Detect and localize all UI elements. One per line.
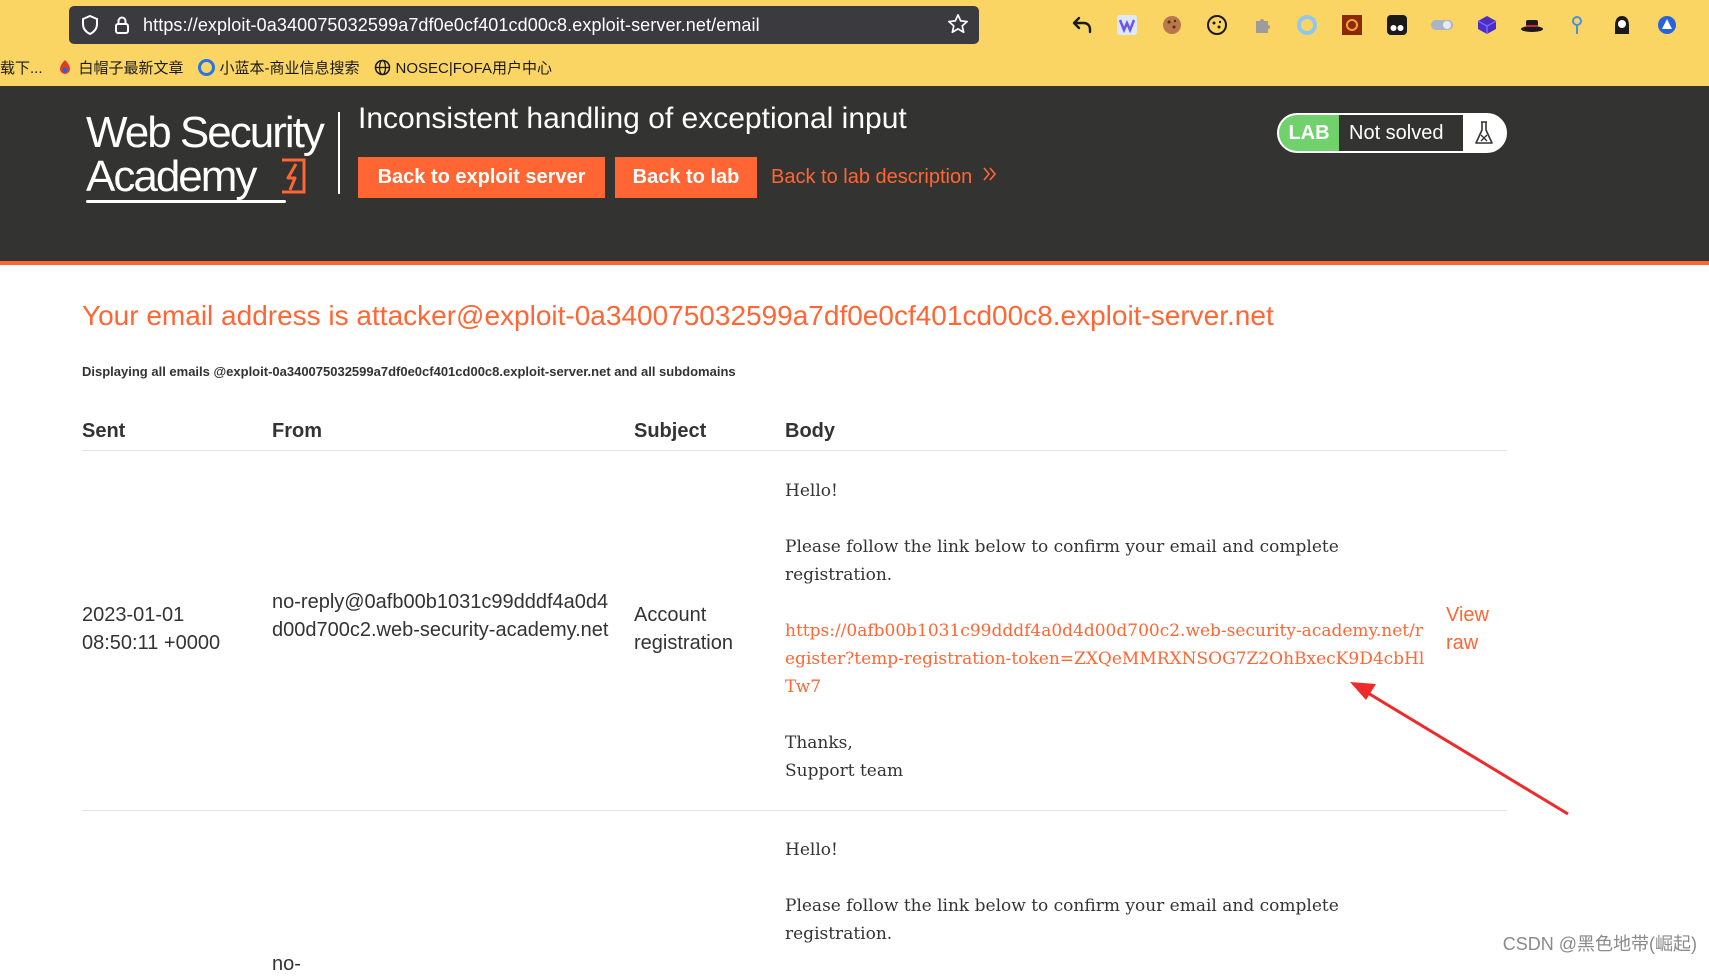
cookie-icon[interactable] bbox=[1158, 11, 1186, 39]
column-header-from: From bbox=[272, 420, 322, 442]
email-body-cell: Hello! Please follow the link below to c… bbox=[785, 477, 1425, 785]
web-security-academy-logo[interactable]: Web Security Academy bbox=[86, 110, 336, 206]
shield-icon[interactable] bbox=[79, 14, 101, 36]
bookmark-label: NOSEC|FOFA用户中心 bbox=[395, 59, 552, 77]
logo-line-1: Web Security bbox=[86, 108, 325, 157]
hat-icon[interactable] bbox=[1518, 11, 1546, 39]
tampermonkey-icon[interactable] bbox=[1383, 11, 1411, 39]
email-from-cell: no- bbox=[272, 953, 301, 975]
email-sent-cell: 2023-01-01 08:50:11 +0000 bbox=[82, 604, 221, 654]
hacker-icon[interactable] bbox=[1608, 11, 1636, 39]
bookmark-favicon-icon bbox=[57, 59, 74, 76]
email-body-text: Please follow the link below to confirm … bbox=[785, 537, 1345, 585]
header-divider bbox=[338, 112, 340, 194]
email-body-text: Please follow the link below to confirm … bbox=[785, 896, 1345, 944]
email-from-cell: no-reply@0afb00b1031c99dddf4a0d4d00d700c… bbox=[272, 591, 609, 641]
lab-status-widget: LAB Not solved bbox=[1277, 113, 1507, 153]
bookmark-item[interactable]: 载下... bbox=[0, 57, 43, 78]
view-raw-link[interactable]: View raw bbox=[1446, 601, 1506, 657]
back-to-lab-description-label: Back to lab description bbox=[771, 165, 973, 188]
ring-icon[interactable] bbox=[1293, 11, 1321, 39]
lab-status-text: Not solved bbox=[1339, 115, 1463, 151]
email-body-cell: Hello! Please follow the link below to c… bbox=[785, 836, 1425, 948]
extension-toolbar bbox=[1068, 10, 1681, 40]
column-header-body: Body bbox=[785, 420, 835, 442]
email-body-signoff: Thanks, Support team bbox=[785, 733, 904, 781]
toggle-icon[interactable] bbox=[1428, 11, 1456, 39]
back-to-lab-description-link[interactable]: Back to lab description bbox=[771, 165, 998, 189]
lab-title: Inconsistent handling of exceptional inp… bbox=[358, 102, 907, 135]
csdn-watermark: CSDN @黑色地带(崛起) bbox=[1502, 934, 1697, 954]
wappalyzer-icon[interactable] bbox=[1113, 11, 1141, 39]
bookmark-item[interactable]: 白帽子最新文章 bbox=[57, 57, 184, 78]
bookmark-label: 白帽子最新文章 bbox=[78, 59, 184, 77]
back-arrow-icon[interactable] bbox=[1068, 11, 1096, 39]
address-bar[interactable]: https://exploit-0a340075032599a7df0e0cf4… bbox=[69, 6, 979, 44]
bookmarks-bar: 载下... 白帽子最新文章 小蓝本-商业信息搜索 NOSEC|FOFA用户中心 bbox=[0, 54, 566, 80]
table-row-divider bbox=[82, 810, 1507, 811]
bookmark-label: 载下... bbox=[0, 59, 43, 77]
double-chevron-right-icon bbox=[982, 165, 998, 189]
column-header-subject: Subject bbox=[634, 420, 707, 442]
flask-icon bbox=[1463, 115, 1505, 151]
email-body-greeting: Hello! bbox=[785, 481, 838, 501]
puzzle-icon[interactable] bbox=[1248, 11, 1276, 39]
lab-badge: LAB bbox=[1279, 115, 1339, 151]
back-to-exploit-server-button[interactable]: Back to exploit server bbox=[358, 157, 605, 198]
logo-underline bbox=[86, 200, 286, 203]
email-address-heading: Your email address is attacker@exploit-0… bbox=[82, 300, 1274, 331]
lightning-icon bbox=[278, 156, 310, 203]
pin-icon[interactable] bbox=[1563, 11, 1591, 39]
displaying-emails-note: Displaying all emails @exploit-0a3400750… bbox=[82, 364, 736, 379]
table-header-divider bbox=[82, 450, 1507, 451]
hackbar-icon[interactable] bbox=[1338, 11, 1366, 39]
column-header-sent: Sent bbox=[82, 420, 126, 442]
triangle-icon[interactable] bbox=[1653, 11, 1681, 39]
logo-line-2: Academy bbox=[86, 152, 257, 201]
registration-link[interactable]: https://0afb00b1031c99dddf4a0d4d00d700c2… bbox=[785, 617, 1425, 701]
academy-header: Web Security Academy Inconsistent handli… bbox=[0, 86, 1709, 265]
bookmark-favicon-icon bbox=[197, 58, 215, 76]
globe-icon bbox=[374, 59, 391, 76]
bookmark-label: 小蓝本-商业信息搜索 bbox=[219, 59, 360, 77]
bookmark-item[interactable]: NOSEC|FOFA用户中心 bbox=[374, 57, 552, 78]
lock-icon[interactable] bbox=[111, 14, 133, 36]
cookie-editor-icon[interactable] bbox=[1203, 11, 1231, 39]
bookmark-star-icon[interactable] bbox=[947, 13, 969, 40]
email-subject-cell: Account registration bbox=[634, 604, 733, 654]
browser-toolbar: https://exploit-0a340075032599a7df0e0cf4… bbox=[0, 0, 1709, 86]
back-to-lab-button[interactable]: Back to lab bbox=[615, 157, 757, 198]
bookmark-item[interactable]: 小蓝本-商业信息搜索 bbox=[197, 57, 360, 78]
url-text[interactable]: https://exploit-0a340075032599a7df0e0cf4… bbox=[143, 15, 760, 36]
email-body-greeting: Hello! bbox=[785, 840, 838, 860]
cube-icon[interactable] bbox=[1473, 11, 1501, 39]
